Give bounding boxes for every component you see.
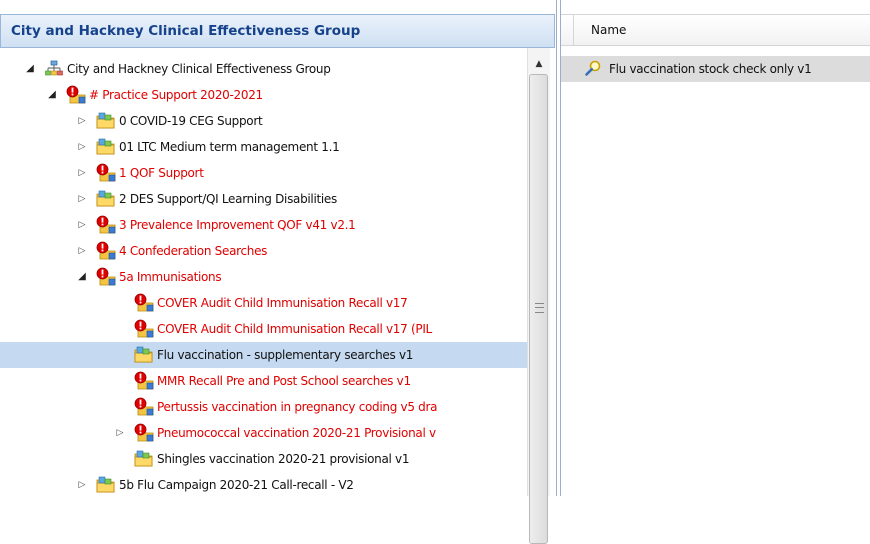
restricted-folder-icon: [134, 371, 154, 391]
collapse-arrow-icon[interactable]: ◢: [23, 62, 37, 76]
restricted-folder-icon: [134, 397, 154, 417]
tree-item[interactable]: ▷ 2 DES Support/QI Learning Disabilities: [0, 186, 527, 212]
tree-item-label: 2 DES Support/QI Learning Disabilities: [119, 192, 337, 206]
tree-item[interactable]: ◢ City and Hackney Clinical Effectiveness…: [0, 56, 527, 82]
scroll-thumb[interactable]: [529, 74, 548, 544]
restricted-folder-icon: [66, 85, 86, 105]
search-magnifier-icon: [583, 59, 603, 79]
folder-tree-panel: City and Hackney Clinical Effectiveness …: [0, 0, 557, 544]
shared-folder-icon: [96, 189, 116, 209]
tree-item-label: 5b Flu Campaign 2020-21 Call-recall - V2: [119, 478, 354, 492]
tree-item-label: MMR Recall Pre and Post School searches …: [157, 374, 411, 388]
restricted-folder-icon: [134, 319, 154, 339]
panel-top-strip: [0, 0, 556, 14]
name-column-label: Name: [591, 23, 627, 37]
tree-item[interactable]: ▷ 01 LTC Medium term management 1.1: [0, 134, 527, 160]
tree-item-label: Pneumococcal vaccination 2020-21 Provisi…: [157, 426, 436, 440]
tree-item[interactable]: ▷ 1 QOF Support: [0, 160, 527, 186]
tree-item-label: COVER Audit Child Immunisation Recall v1…: [157, 296, 408, 310]
grip-icon: [535, 303, 544, 313]
tree-item-label: Flu vaccination - supplementary searches…: [157, 348, 414, 362]
restricted-folder-icon: [96, 267, 116, 287]
tree-item-label: 5a Immunisations: [119, 270, 222, 284]
restricted-folder-icon: [96, 241, 116, 261]
tree-item[interactable]: COVER Audit Child Immunisation Recall v1…: [0, 316, 527, 342]
tree-item-label: 0 COVID-19 CEG Support: [119, 114, 263, 128]
column-divider: [573, 15, 574, 45]
restricted-folder-icon: [96, 215, 116, 235]
list-item[interactable]: Flu vaccination stock check only v1: [561, 56, 870, 82]
tree-item[interactable]: ▷ Pneumococcal vaccination 2020-21 Provis…: [0, 420, 527, 446]
tree-item[interactable]: ▷ 0 COVID-19 CEG Support: [0, 108, 527, 134]
tree-item-label: # Practice Support 2020-2021: [89, 88, 263, 102]
tree-item[interactable]: ◢ # Practice Support 2020-2021: [0, 82, 527, 108]
shared-folder-icon: [96, 475, 116, 495]
restricted-folder-icon: [134, 293, 154, 313]
expand-arrow-icon[interactable]: ▷: [75, 478, 89, 492]
tree-item[interactable]: Flu vaccination - supplementary searches…: [0, 342, 527, 368]
tree-item-label: City and Hackney Clinical Effectiveness …: [67, 62, 331, 76]
tree-item[interactable]: Pertussis vaccination in pregnancy codin…: [0, 394, 527, 420]
collapse-arrow-icon[interactable]: ◢: [75, 270, 89, 284]
scroll-up-arrow-icon[interactable]: ▲: [528, 56, 550, 72]
tree-scrollbar[interactable]: ▲: [527, 48, 550, 544]
restricted-folder-icon: [96, 163, 116, 183]
network-icon: [44, 59, 64, 79]
expand-arrow-icon[interactable]: ▷: [75, 192, 89, 206]
shared-folder-icon: [134, 345, 154, 365]
tree-item-label: Shingles vaccination 2020-21 provisional…: [157, 452, 410, 466]
expand-arrow-icon[interactable]: ▷: [75, 244, 89, 258]
tree-item[interactable]: Shingles vaccination 2020-21 provisional…: [0, 446, 527, 472]
folder-tree: ◢ City and Hackney Clinical Effectiveness…: [0, 56, 527, 496]
tree-item[interactable]: ◢ 5a Immunisations: [0, 264, 527, 290]
restricted-folder-icon: [134, 423, 154, 443]
expand-arrow-icon[interactable]: ▷: [75, 166, 89, 180]
tree-item[interactable]: ▷ 5b Flu Campaign 2020-21 Call-recall - V…: [0, 472, 527, 496]
tree-item-label: 1 QOF Support: [119, 166, 204, 180]
shared-folder-icon: [96, 111, 116, 131]
expand-arrow-icon[interactable]: ▷: [75, 140, 89, 154]
tree-item[interactable]: MMR Recall Pre and Post School searches …: [0, 368, 527, 394]
panel-top-strip: [561, 0, 870, 14]
expand-arrow-icon[interactable]: ▷: [75, 218, 89, 232]
list-item-label: Flu vaccination stock check only v1: [609, 62, 812, 76]
tree-item-label: 01 LTC Medium term management 1.1: [119, 140, 340, 154]
tree-item[interactable]: ▷ 4 Confederation Searches: [0, 238, 527, 264]
expand-arrow-icon[interactable]: ▷: [75, 114, 89, 128]
search-list-panel: Name Flu vaccination stock check only v1: [560, 0, 870, 496]
tree-panel-title: City and Hackney Clinical Effectiveness …: [0, 14, 555, 48]
shared-folder-icon: [134, 449, 154, 469]
shared-folder-icon: [96, 137, 116, 157]
expand-arrow-icon[interactable]: ▷: [113, 426, 127, 440]
name-column-header[interactable]: Name: [561, 14, 870, 46]
tree-item-label: 4 Confederation Searches: [119, 244, 268, 258]
tree-item-label: Pertussis vaccination in pregnancy codin…: [157, 400, 438, 414]
tree-item[interactable]: COVER Audit Child Immunisation Recall v1…: [0, 290, 527, 316]
tree-item[interactable]: ▷ 3 Prevalence Improvement QOF v41 v2.1: [0, 212, 527, 238]
tree-item-label: COVER Audit Child Immunisation Recall v1…: [157, 322, 432, 336]
collapse-arrow-icon[interactable]: ◢: [45, 88, 59, 102]
tree-item-label: 3 Prevalence Improvement QOF v41 v2.1: [119, 218, 356, 232]
